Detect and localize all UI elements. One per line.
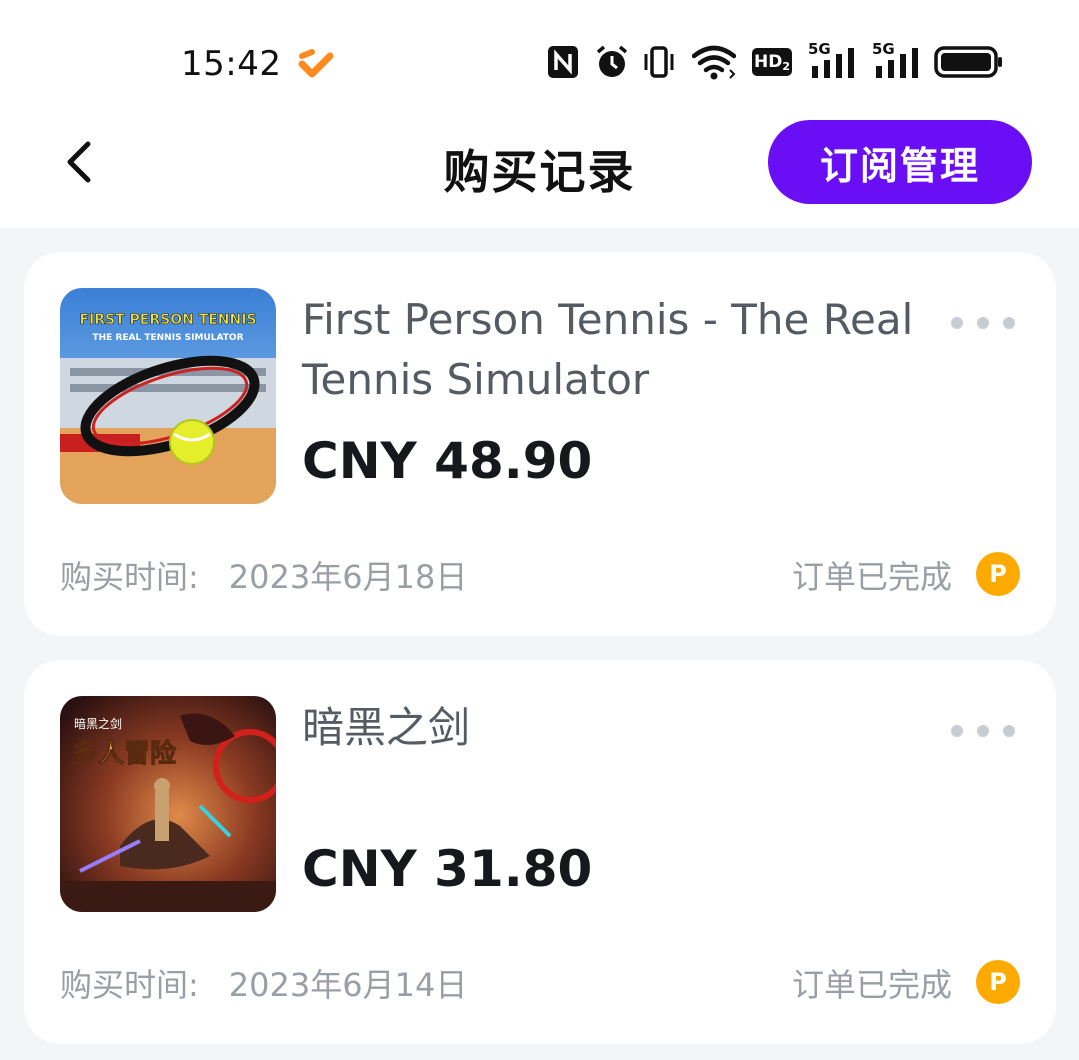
chevron-left-icon	[67, 141, 91, 183]
game-title: 暗黑之剑	[302, 703, 471, 752]
more-options-button[interactable]	[946, 718, 1020, 744]
game-title: First Person Tennis - The Real Tennis Si…	[302, 295, 914, 404]
thumb-logo-subtext: 多人冒险	[72, 738, 177, 769]
purchase-card[interactable]: 暗黑之剑 多人冒险 暗黑之剑 CNY 31.80 购买时间: 2023年6月14日…	[24, 660, 1056, 1044]
battery-icon	[934, 46, 1002, 78]
thumb-logo-text: 暗黑之剑	[74, 716, 122, 731]
order-status: 订单已完成	[791, 966, 952, 1004]
purchase-date-row: 购买时间: 2023年6月14日	[60, 960, 467, 1006]
status-time: 15:42	[181, 44, 282, 84]
payment-badge-icon: P	[976, 552, 1020, 596]
thumb-logo-text: FIRST PERSON TENNIS	[79, 312, 256, 328]
purchase-card[interactable]: FIRST PERSON TENNIS THE REAL TENNIS SIMU…	[24, 252, 1056, 636]
purchase-date: 2023年6月14日	[228, 966, 468, 1004]
purchase-date-label: 购买时间:	[60, 558, 199, 596]
more-options-button[interactable]	[946, 310, 1020, 336]
vibrate-icon	[644, 46, 674, 78]
game-thumbnail: 暗黑之剑 多人冒险	[60, 696, 276, 912]
subscription-management-button[interactable]: 订阅管理	[768, 120, 1032, 204]
payment-badge-icon: P	[976, 960, 1020, 1004]
more-dots-icon	[951, 317, 1015, 329]
wifi-icon	[692, 45, 736, 80]
alarm-icon	[596, 45, 628, 77]
price: CNY 31.80	[302, 840, 593, 898]
game-thumbnail: FIRST PERSON TENNIS THE REAL TENNIS SIMU…	[60, 288, 276, 504]
order-status: 订单已完成	[791, 558, 952, 596]
more-dots-icon	[951, 725, 1015, 737]
signal-5g-icon: 5G	[808, 40, 858, 80]
nfc-icon	[548, 46, 578, 78]
purchase-date-label: 购买时间:	[60, 966, 199, 1004]
app-logo-icon	[298, 48, 334, 82]
thumb-logo-subtext: THE REAL TENNIS SIMULATOR	[93, 333, 244, 343]
top-bar: 15:42 HD 2 5G 5G 购买记录 订阅管理	[0, 0, 1079, 228]
purchase-date-row: 购买时间: 2023年6月18日	[60, 552, 467, 598]
hd-icon: HD 2	[752, 48, 792, 76]
price: CNY 48.90	[302, 432, 593, 490]
signal-5g-icon: 5G	[872, 40, 922, 80]
back-button[interactable]	[56, 136, 104, 188]
purchase-date: 2023年6月18日	[228, 558, 468, 596]
